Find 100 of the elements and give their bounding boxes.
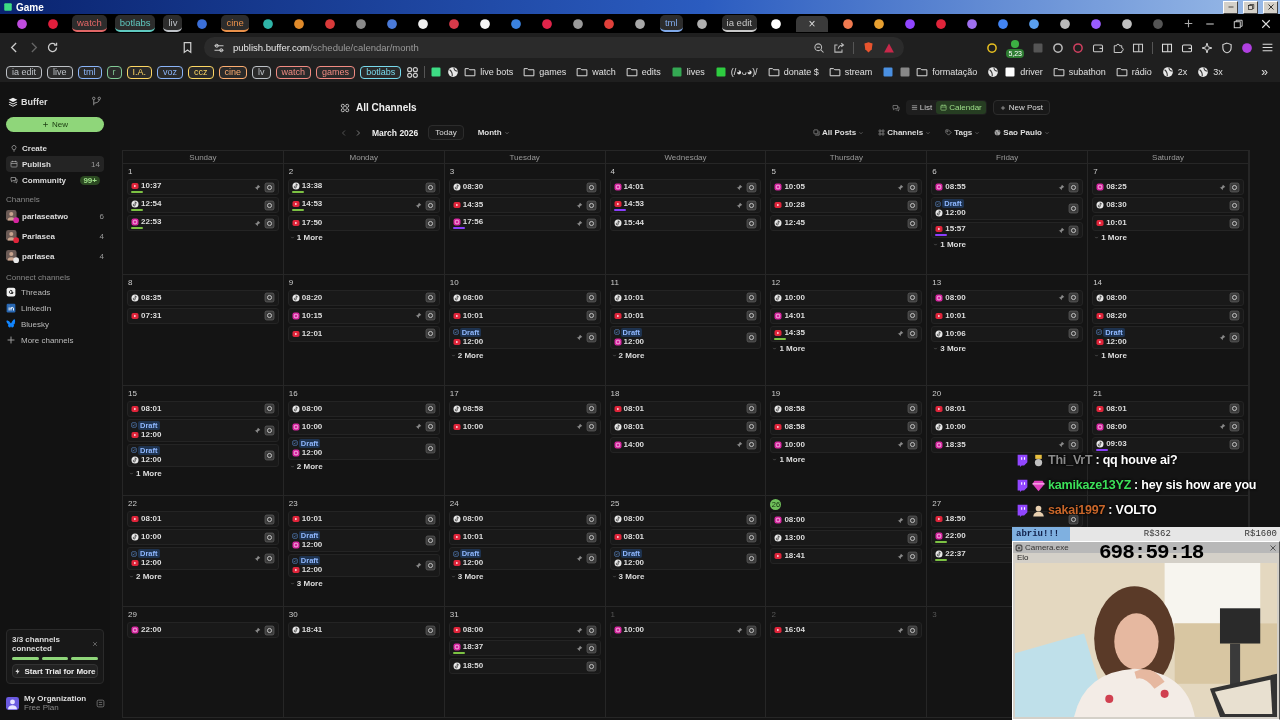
post-card[interactable]: 10:00 — [127, 529, 279, 546]
post-card[interactable]: 15:44 — [609, 215, 762, 231]
post-card[interactable]: 09:03 — [1092, 436, 1244, 453]
view-tab[interactable]: Calendar — [936, 101, 986, 114]
post-card[interactable]: 08:55 — [931, 179, 1084, 195]
today-button[interactable]: Today — [428, 125, 464, 140]
tab-group[interactable]: watch — [72, 15, 107, 32]
channel-item[interactable]: parlaseatwo 6 — [6, 206, 104, 226]
new-button[interactable]: New — [6, 117, 104, 132]
post-card[interactable]: 12:01 — [287, 325, 440, 342]
post-card[interactable]: 08:00 — [287, 400, 440, 417]
post-card[interactable]: 08:20 — [1092, 307, 1244, 324]
post-card[interactable]: 10:00 — [609, 622, 762, 639]
post-card[interactable]: 14:01 — [609, 179, 762, 195]
bookmark-folder[interactable]: donate $ — [767, 66, 819, 78]
post-card[interactable]: 10:01 — [609, 307, 762, 324]
post-card[interactable]: 10:37 — [127, 179, 279, 195]
post-card[interactable]: 22:53 — [127, 215, 279, 231]
bookmark-chip[interactable]: lv — [252, 65, 271, 79]
more-button[interactable]: 3 More — [931, 343, 969, 353]
filter-dropdown[interactable]: Tags — [945, 128, 981, 137]
post-card[interactable]: 08:30 — [1092, 197, 1244, 213]
post-card[interactable]: 08:00 — [609, 511, 762, 528]
post-card[interactable]: 08:58 — [448, 400, 601, 417]
channel-item[interactable]: Parlasea 4 — [6, 226, 104, 246]
post-card[interactable]: 08:25 — [1092, 179, 1244, 195]
channel-item[interactable]: parlasea 4 — [6, 246, 104, 266]
connect-item[interactable]: Threads — [6, 284, 104, 300]
post-card[interactable]: 17:56 — [448, 215, 601, 231]
more-button[interactable]: 1 More — [287, 233, 325, 242]
post-card[interactable]: 10:00 — [770, 289, 923, 306]
tab-group[interactable]: cine — [221, 15, 249, 32]
post-card[interactable]: 10:01 — [931, 307, 1084, 324]
nav-item[interactable]: Create — [6, 140, 104, 156]
post-card[interactable]: 10:15 — [287, 307, 440, 324]
tab-group[interactable]: ia edit — [721, 15, 757, 32]
post-card[interactable]: 13:00 — [770, 530, 923, 547]
post-card[interactable]: 08:00 — [931, 289, 1084, 306]
post-card[interactable]: 08:01 — [1092, 400, 1244, 417]
more-button[interactable]: 2 More — [609, 350, 647, 360]
post-card[interactable]: 08:01 — [127, 400, 279, 417]
new-post-button[interactable]: New Post — [992, 100, 1050, 115]
tab-group[interactable]: botlabs — [114, 15, 156, 32]
post-card[interactable]: 08:35 — [127, 289, 279, 306]
post-card[interactable]: 08:20 — [287, 289, 440, 306]
close-button[interactable]: × — [808, 16, 816, 31]
bookmark-folder[interactable]: formatação — [916, 66, 978, 78]
post-card[interactable]: 10:01 — [448, 529, 601, 546]
bookmark-chip[interactable]: voz — [157, 65, 184, 79]
post-card[interactable]: 10:01 — [1092, 215, 1244, 231]
bookmark-link[interactable]: 2x — [1161, 66, 1188, 78]
post-card[interactable]: 10:00 — [931, 418, 1084, 435]
post-card[interactable]: 08:00 — [770, 512, 923, 529]
bookmark-chip[interactable]: tml — [77, 65, 102, 79]
connect-item[interactable]: More channels — [6, 332, 104, 348]
bookmark-folder[interactable]: subathon — [1052, 66, 1106, 78]
post-card[interactable]: 10:06 — [931, 325, 1084, 342]
more-button[interactable]: 1 More — [1092, 350, 1129, 360]
range-dropdown[interactable]: Month — [477, 128, 510, 137]
bookmark-chip[interactable]: watch — [275, 65, 312, 79]
post-card[interactable]: 07:31 — [127, 307, 279, 324]
bookmark-chip[interactable]: r — [106, 65, 122, 79]
post-card[interactable]: 18:37 — [448, 640, 601, 657]
more-bookmarks-button[interactable]: » — [1261, 65, 1268, 79]
post-card[interactable]: 10:01 — [609, 289, 762, 306]
post-card[interactable]: 14:35 — [770, 325, 923, 342]
bookmark-link[interactable]: lives — [670, 66, 705, 78]
post-card[interactable]: 10:00 — [770, 436, 923, 453]
connect-item[interactable]: Bluesky — [6, 316, 104, 332]
nav-item[interactable]: Community 99+ — [6, 172, 104, 188]
address-field[interactable]: publish.buffer.com/schedule/calendar/month — [204, 37, 904, 58]
more-button[interactable]: 2 More — [448, 350, 486, 360]
post-card[interactable]: 08:58 — [770, 400, 923, 417]
filter-dropdown[interactable]: Channels — [878, 128, 932, 137]
tab-group[interactable]: tml — [659, 15, 683, 32]
post-card[interactable]: 17:50 — [287, 215, 440, 231]
tab-group[interactable]: liv — [163, 15, 183, 32]
more-button[interactable]: 1 More — [770, 343, 808, 353]
filter-dropdown[interactable]: All Posts — [813, 128, 865, 137]
bookmark-chip[interactable]: I.A. — [126, 65, 153, 79]
post-card[interactable]: 12:54 — [127, 197, 279, 213]
post-card[interactable]: 08:00 — [448, 511, 601, 528]
bookmark-chip[interactable]: live — [47, 65, 73, 79]
more-button[interactable]: 1 More — [1092, 233, 1129, 242]
bookmark-link[interactable]: 3x — [1197, 66, 1223, 78]
post-card[interactable]: 14:35 — [448, 197, 601, 213]
post-card[interactable]: 10:00 — [448, 418, 601, 435]
bookmark-chip[interactable]: ccz — [188, 65, 214, 79]
bookmark-folder[interactable]: live bots — [464, 66, 514, 78]
post-card[interactable]: 08:01 — [609, 418, 762, 435]
post-card[interactable]: 10:00 — [287, 418, 440, 435]
post-card[interactable]: 14:00 — [609, 436, 762, 453]
post-card[interactable]: 14:53 — [287, 197, 440, 213]
more-button[interactable]: 1 More — [770, 454, 808, 464]
post-card[interactable]: 08:01 — [931, 400, 1084, 417]
bookmark-link[interactable]: driver — [1004, 66, 1043, 78]
more-button[interactable]: 3 More — [609, 572, 647, 582]
more-button[interactable]: 2 More — [287, 461, 325, 471]
post-card[interactable]: 22:00 — [127, 622, 279, 639]
post-card[interactable]: 08:01 — [609, 529, 762, 546]
